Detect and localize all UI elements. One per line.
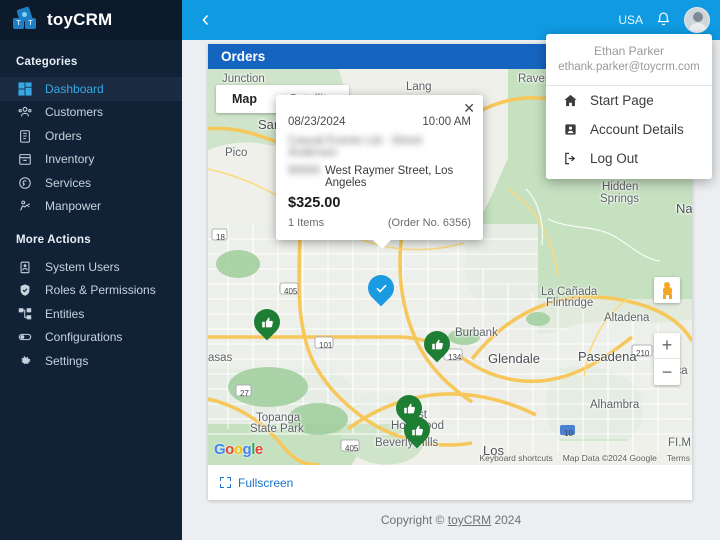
sidebar-section-title-more-actions: More Actions xyxy=(16,234,91,246)
footer: Copyright © toyCRM 2024 xyxy=(182,500,720,540)
popup-meta-row: 1 Items (Order No. 6356) xyxy=(288,217,471,229)
sidebar-item-label: Customers xyxy=(45,105,104,120)
sidebar-item-label: Settings xyxy=(45,353,89,368)
sidebar-item-label: Dashboard xyxy=(45,81,104,96)
sidebar-item-dashboard[interactable]: Dashboard xyxy=(0,77,182,101)
customers-icon xyxy=(17,105,32,120)
sidebar-item-inventory[interactable]: Inventory xyxy=(0,148,182,172)
dropdown-item-label: Start Page xyxy=(590,93,654,108)
thumb-up-icon xyxy=(404,417,430,443)
dropdown-user-block: Ethan Parker ethank.parker@toycrm.com xyxy=(546,34,712,86)
thumb-up-icon xyxy=(424,331,450,357)
zoom-out-button[interactable]: − xyxy=(654,359,680,385)
sidebar-item-system-users[interactable]: System Users xyxy=(0,255,182,279)
dropdown-item-account-details[interactable]: Account Details xyxy=(546,115,712,144)
sidebar-item-customers[interactable]: Customers xyxy=(0,101,182,125)
map-marker-order[interactable] xyxy=(398,411,436,451)
toggle-icon xyxy=(17,330,32,345)
popup-address: West Raymer Street, Los Angeles xyxy=(324,165,454,189)
sidebar-item-roles-permissions[interactable]: Roles & Permissions xyxy=(0,279,182,303)
fullscreen-label: Fullscreen xyxy=(238,475,294,490)
brand[interactable]: toyCRM xyxy=(0,0,182,40)
fullscreen-icon xyxy=(220,477,231,488)
zoom-in-button[interactable]: + xyxy=(654,333,680,359)
shield-icon xyxy=(17,283,32,298)
thumb-up-icon xyxy=(254,309,280,335)
close-icon[interactable]: ✕ xyxy=(463,101,475,115)
attr-terms[interactable]: Terms xyxy=(667,453,690,463)
map-attribution: Keyboard shortcuts Map Data ©2024 Google… xyxy=(479,453,690,463)
sidebar-item-services[interactable]: Services xyxy=(0,171,182,195)
dropdown-user-email: ethank.parker@toycrm.com xyxy=(558,61,700,73)
popup-zip-redacted: 90000 xyxy=(288,165,320,177)
sidebar-item-label: System Users xyxy=(45,259,120,274)
map-marker-selected[interactable] xyxy=(362,269,400,309)
app-root: toyCRM Categories Dashboard Customers Or… xyxy=(0,0,720,540)
footer-prefix: Copyright © xyxy=(380,513,445,527)
sidebar-item-settings[interactable]: Settings xyxy=(0,349,182,373)
google-logo: Google xyxy=(214,441,263,458)
sidebar-item-label: Orders xyxy=(45,128,82,143)
logout-icon xyxy=(562,151,578,167)
sidebar-item-label: Entities xyxy=(45,306,85,321)
popup-items-count: 1 Items xyxy=(288,217,325,229)
dropdown-item-label: Log Out xyxy=(590,151,639,166)
inventory-icon xyxy=(17,152,32,167)
avatar[interactable] xyxy=(684,7,710,33)
dropdown-item-log-out[interactable]: Log Out xyxy=(546,144,712,173)
check-icon xyxy=(368,275,394,301)
sidebar-item-label: Inventory xyxy=(45,152,95,167)
chevron-left-icon[interactable] xyxy=(196,10,216,30)
sidebar: toyCRM Categories Dashboard Customers Or… xyxy=(0,0,182,540)
sidebar-item-manpower[interactable]: Manpower xyxy=(0,195,182,219)
sidebar-item-orders[interactable]: Orders xyxy=(0,124,182,148)
fullscreen-button[interactable]: Fullscreen xyxy=(208,465,692,500)
sidebar-item-label: Manpower xyxy=(45,199,102,214)
system-users-icon xyxy=(17,259,32,274)
dropdown-item-start-page[interactable]: Start Page xyxy=(546,86,712,115)
footer-brand[interactable]: toyCRM xyxy=(448,513,491,527)
map-zoom-controls: + − xyxy=(654,333,680,385)
services-icon xyxy=(17,175,32,190)
toycrm-logo-icon xyxy=(12,6,38,32)
orders-icon xyxy=(17,128,32,143)
sidebar-item-entities[interactable]: Entities xyxy=(0,302,182,326)
order-info-popup: ✕ 08/23/2024 10:00 AM Casual Events Ltd … xyxy=(276,95,483,249)
topbar-right: USA xyxy=(618,7,712,33)
attr-map-data: Map Data ©2024 Google xyxy=(562,453,657,463)
map-marker-order[interactable] xyxy=(248,303,286,343)
map-marker-order[interactable] xyxy=(418,325,456,365)
region-selector[interactable]: USA xyxy=(618,13,643,27)
popup-date: 08/23/2024 xyxy=(288,116,346,128)
popup-datetime-row: 08/23/2024 10:00 AM xyxy=(288,116,471,128)
popup-price: $325.00 xyxy=(288,195,341,211)
dashboard-icon xyxy=(17,81,32,96)
sidebar-section-title-categories: Categories xyxy=(16,56,78,68)
popup-address-row: 90000 West Raymer Street, Los Angeles xyxy=(288,165,471,189)
sidebar-item-configurations[interactable]: Configurations xyxy=(0,326,182,350)
street-view-pegman[interactable] xyxy=(654,277,680,303)
home-icon xyxy=(562,93,578,109)
popup-customer-redacted: Casual Events Ltd - Street Andersen xyxy=(288,135,423,159)
popup-time: 10:00 AM xyxy=(422,116,471,128)
brand-name: toyCRM xyxy=(47,10,113,29)
map-type-map[interactable]: Map xyxy=(216,85,273,113)
entities-icon xyxy=(17,306,32,321)
popup-order-number: (Order No. 6356) xyxy=(387,217,471,229)
sidebar-item-label: Configurations xyxy=(45,330,123,345)
dropdown-user-name: Ethan Parker xyxy=(593,44,665,58)
bell-icon[interactable] xyxy=(656,11,671,30)
account-icon xyxy=(562,122,578,138)
manpower-icon xyxy=(17,199,32,214)
sidebar-item-label: Services xyxy=(45,175,92,190)
footer-year: 2024 xyxy=(494,513,522,527)
gear-icon xyxy=(17,353,32,368)
account-dropdown: Ethan Parker ethank.parker@toycrm.com St… xyxy=(546,34,712,179)
main-area: USA Ethan Parker ethank.parker@toycrm.co… xyxy=(182,0,720,540)
sidebar-item-label: Roles & Permissions xyxy=(45,283,156,298)
dropdown-item-label: Account Details xyxy=(590,122,684,137)
attr-keyboard-shortcuts[interactable]: Keyboard shortcuts xyxy=(479,453,552,463)
